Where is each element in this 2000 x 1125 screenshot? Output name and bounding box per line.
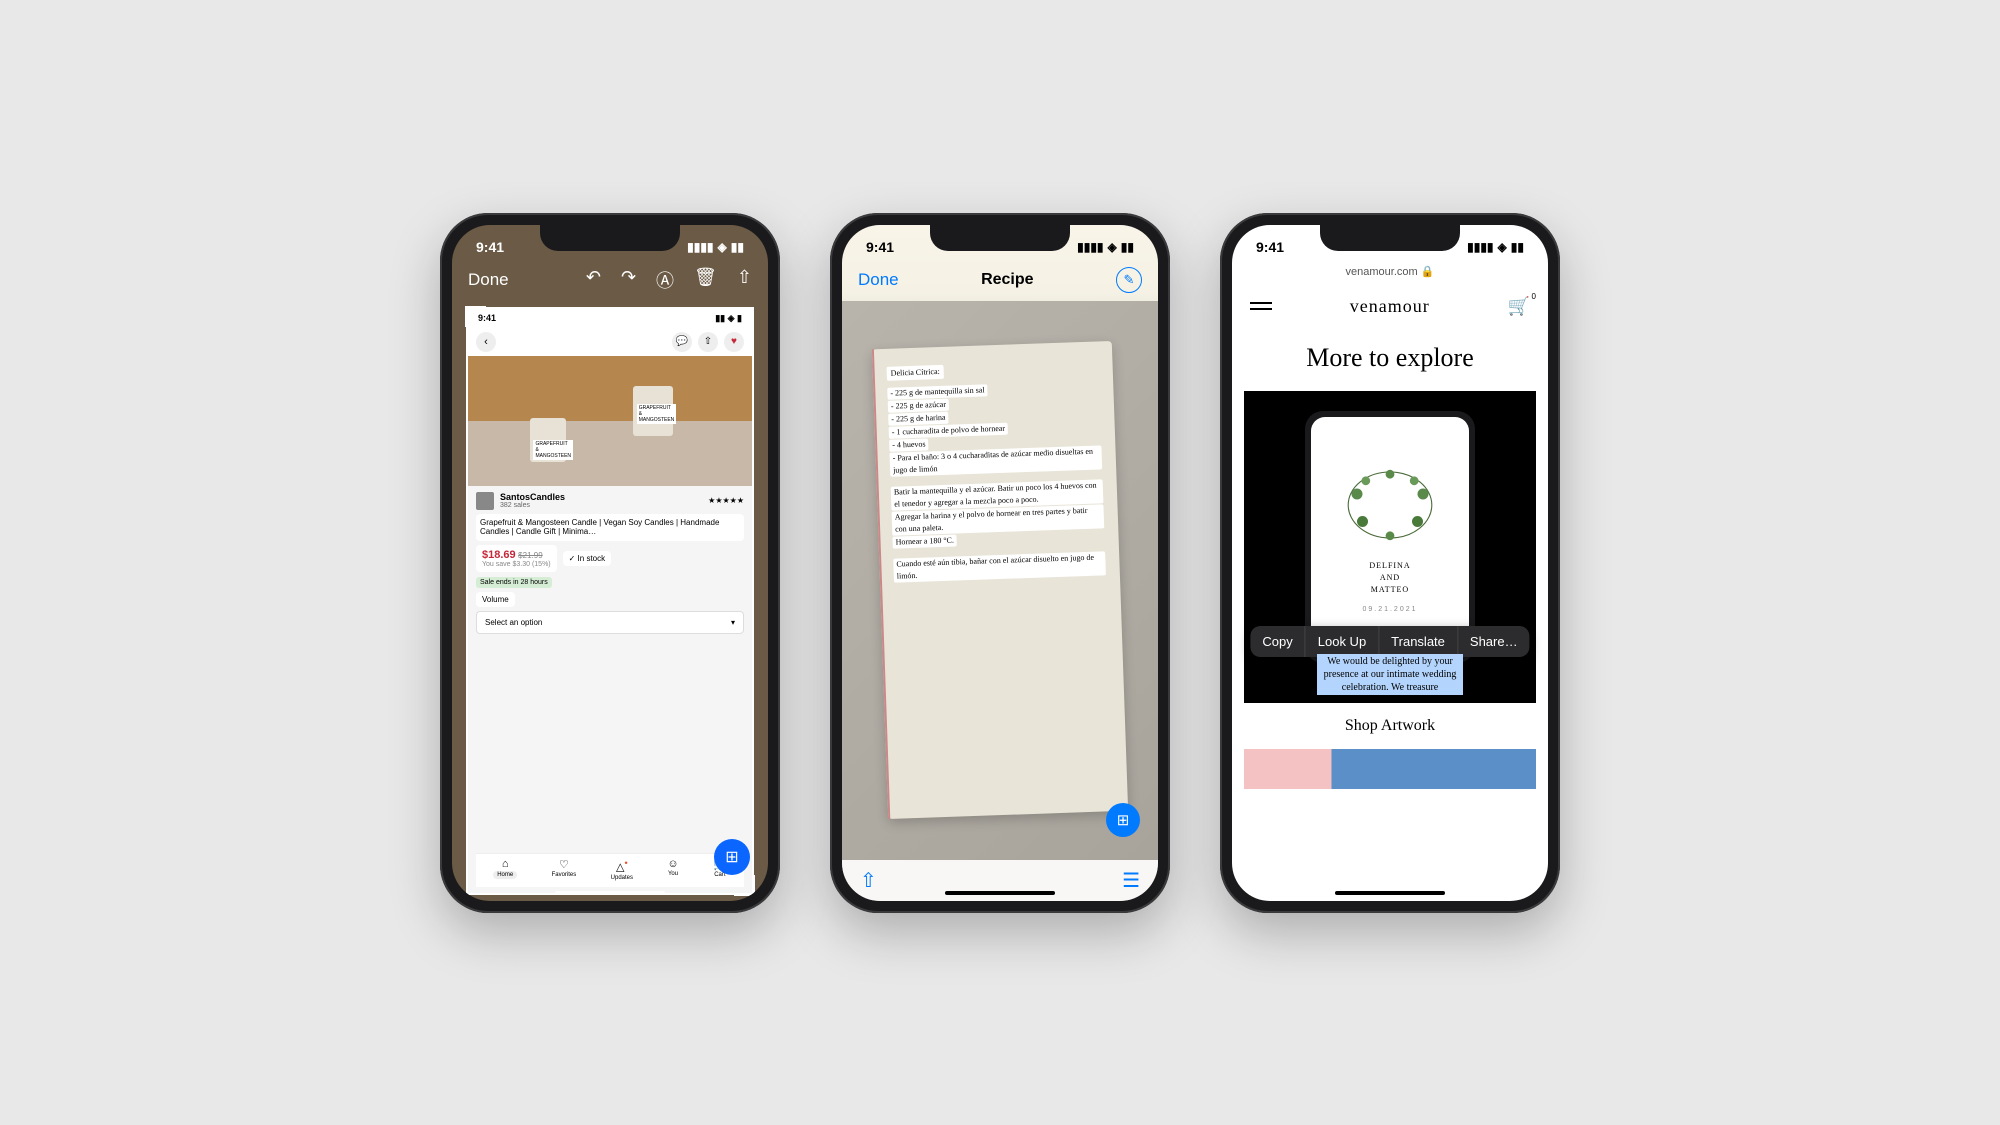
markup-icon[interactable]: ✎ [1116,267,1142,293]
candle-jar-illustration: GRAPEFRUIT & MANGOSTEEN [530,418,566,462]
section-title: More to explore [1232,329,1548,391]
notebook-page: Delicia Cítrica: - 225 g de mantequilla … [872,341,1128,819]
price-box: $18.69 $21.99 You save $3.30 (15%) [476,545,557,572]
bell-icon: △• [616,858,628,874]
back-icon: ‹ [476,332,496,352]
sale-badge: Sale ends in 28 hours [476,577,552,588]
trash-icon[interactable]: 🗑 [694,267,717,293]
status-time: 9:41 [866,239,894,255]
status-icons: ▮▮▮▮ ◈ ▮▮ [1467,240,1524,254]
option-select: Select an option ▾ [476,611,744,634]
home-indicator[interactable] [1335,891,1445,895]
undo-icon[interactable]: ↶ [586,267,601,293]
note-title: Recipe [981,271,1033,289]
battery-icon: ▮▮ [1511,240,1524,254]
signal-icon: ▮▮▮▮ [687,240,713,254]
next-artwork-peek[interactable] [1244,749,1536,789]
share-icon[interactable]: ⇧ [860,868,877,893]
notes-toolbar: Done Recipe ✎ [842,263,1158,301]
redo-icon[interactable]: ↷ [621,267,636,293]
markup-pen-icon[interactable]: Ⓐ [656,267,674,293]
product-title: Grapefruit & Mangosteen Candle | Vegan S… [476,514,744,541]
status-icons: ▮▮▮▮ ◈ ▮▮ [1077,240,1134,254]
seller-row: SantosCandles 382 sales ★★★★★ [476,492,744,510]
seller-avatar [476,492,494,510]
wifi-icon: ◈ [1108,240,1117,254]
status-bar: 9:41 ▮▮▮▮ ◈ ▮▮ [842,225,1158,263]
status-time: 9:41 [476,239,504,255]
home-indicator[interactable] [555,891,665,895]
url-bar[interactable]: venamour.com 🔒 [1232,263,1548,284]
product-hero-image: GRAPEFRUIT & MANGOSTEEN GRAPEFRUIT & MAN… [468,356,752,486]
markup-toolbar: Done ↶ ↷ Ⓐ 🗑 ⇧ [452,263,768,301]
invitation-date: 09.21.2021 [1362,606,1417,613]
captured-status-bar: 9:41 ▮▮ ◈ ▮ [468,309,752,328]
share-icon[interactable]: ⇧ [737,267,752,293]
menu-icon[interactable] [1250,302,1272,310]
lock-icon: 🔒 [1421,266,1435,278]
stock-badge: ✓ In stock [563,551,612,566]
floral-wreath-illustration [1335,460,1445,550]
battery-icon: ▮▮ [1121,240,1134,254]
wifi-icon: ◈ [718,240,727,254]
wifi-icon: ◈ [1498,240,1507,254]
signal-icon: ▮▮▮▮ [1467,240,1493,254]
menu-copy[interactable]: Copy [1250,626,1305,657]
phone-screenshot-markup: 9:41 ▮▮▮▮ ◈ ▮▮ Done ↶ ↷ Ⓐ 🗑 ⇧ 9:41 ▮▮ ◈ … [440,213,780,913]
chat-icon: 💬 [672,332,692,352]
volume-chip: Volume [476,592,515,607]
battery-icon: ▮▮ [731,240,744,254]
status-time: 9:41 [1256,239,1284,255]
selected-text[interactable]: We would be delighted by your presence a… [1317,654,1463,695]
scanned-photo: Delicia Cítrica: - 225 g de mantequilla … [842,301,1158,860]
status-icons: ▮▮▮▮ ◈ ▮▮ [687,240,744,254]
heart-icon: ♥ [724,332,744,352]
brand-logo[interactable]: venamour [1350,296,1430,317]
candle-illustration: GRAPEFRUIT & MANGOSTEEN [633,386,673,436]
menu-lookup[interactable]: Look Up [1306,626,1379,657]
site-header: venamour 🛒0 [1232,284,1548,329]
heart-icon: ♡ [559,858,569,871]
invitation-names: DELFINA AND MATTEO [1369,560,1410,596]
menu-share[interactable]: Share… [1458,626,1530,657]
menu-translate[interactable]: Translate [1379,626,1458,657]
text-context-menu: Copy Look Up Translate Share… [1250,626,1529,657]
status-bar: 9:41 ▮▮▮▮ ◈ ▮▮ [1232,225,1548,263]
seller-sales: 382 sales [500,502,565,509]
recipe-title: Delicia Cítrica: [886,365,944,381]
seller-name: SantosCandles [500,492,565,502]
home-icon: ⌂ [502,858,509,870]
captured-tabbar: ⌂Home ♡Favorites △•Updates ☺You 🛒Cart [476,853,744,887]
card-label[interactable]: Shop Artwork [1232,703,1548,749]
screenshot-crop-frame[interactable]: 9:41 ▮▮ ◈ ▮ ‹ 💬 ⇧ ♥ GRAPEFRUIT & MANGOST… [466,307,754,895]
user-icon: ☺ [667,858,678,870]
phone-safari-venamour: 9:41 ▮▮▮▮ ◈ ▮▮ venamour.com 🔒 venamour 🛒… [1220,213,1560,913]
done-button[interactable]: Done [468,270,509,290]
cart-icon[interactable]: 🛒0 [1508,296,1530,317]
rating-stars: ★★★★★ [708,496,744,505]
signal-icon: ▮▮▮▮ [1077,240,1103,254]
done-button[interactable]: Done [858,270,899,290]
live-text-button[interactable]: ⊞ [1106,803,1140,837]
share-icon: ⇧ [698,332,718,352]
home-indicator[interactable] [945,891,1055,895]
list-icon[interactable]: ☰ [1122,868,1140,893]
phone-notes-recipe: 9:41 ▮▮▮▮ ◈ ▮▮ Done Recipe ✎ Delicia Cít… [830,213,1170,913]
captured-app-header: ‹ 💬 ⇧ ♥ [468,328,752,356]
status-bar: 9:41 ▮▮▮▮ ◈ ▮▮ [452,225,768,263]
chevron-down-icon: ▾ [731,618,735,627]
artwork-card[interactable]: DELFINA AND MATTEO 09.21.2021 Copy Look … [1244,391,1536,703]
live-text-button[interactable]: ⊞ [714,839,750,875]
